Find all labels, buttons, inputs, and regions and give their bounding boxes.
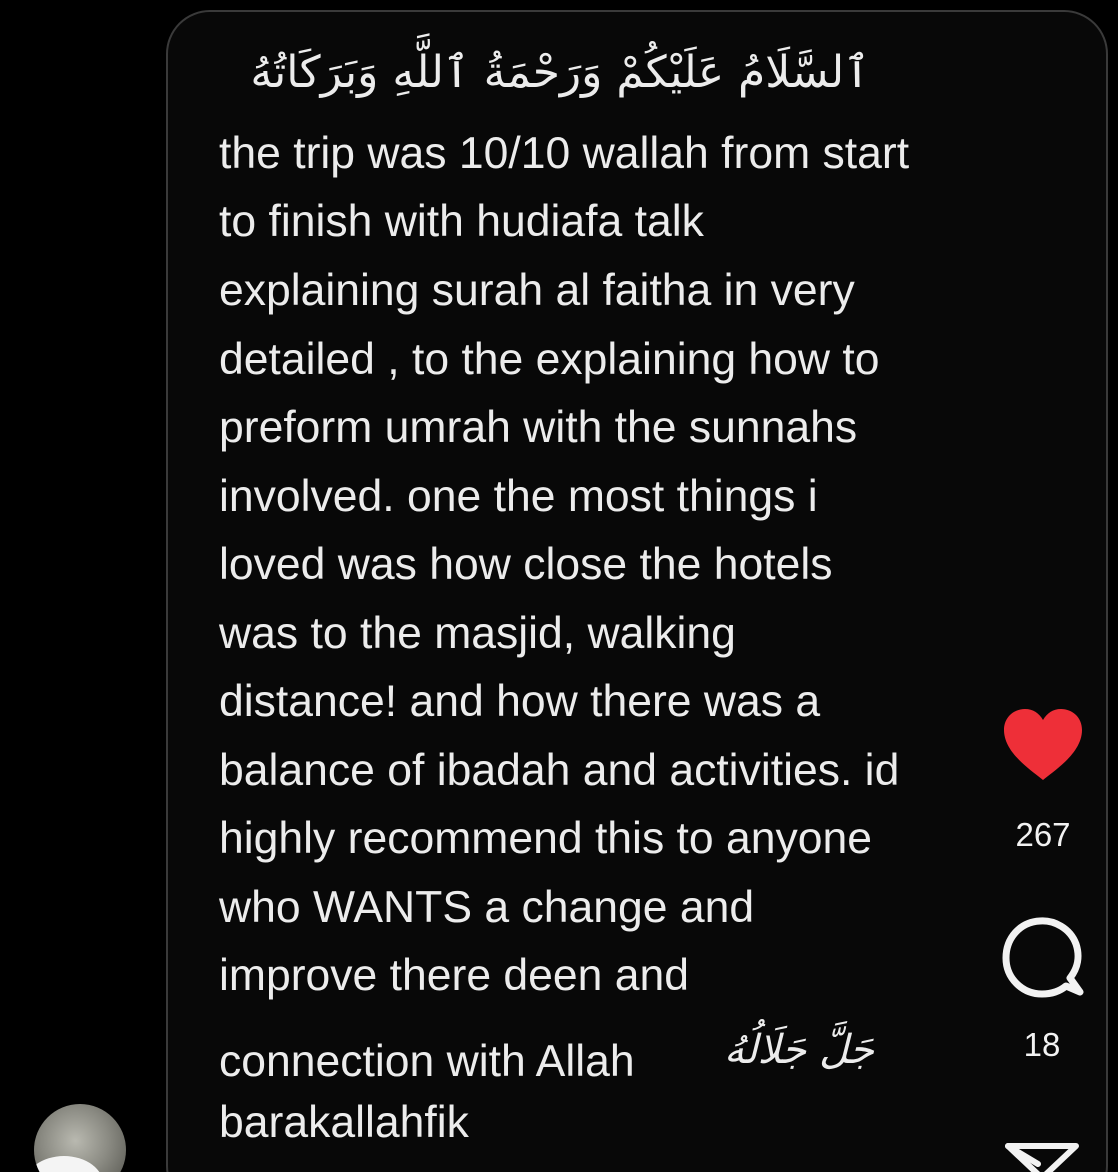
speech-bubble-icon[interactable] xyxy=(1000,916,1086,1002)
comment-line: the trip was 10/10 wallah from start xyxy=(219,129,910,178)
heart-icon[interactable] xyxy=(1002,708,1084,782)
comment-line: balance of ibadah and activities. id xyxy=(219,746,900,795)
comment-line: preform umrah with the sunnahs xyxy=(219,403,858,452)
comment-line: highly recommend this to anyone xyxy=(219,814,873,863)
comment-line: barakallahfik xyxy=(219,1098,469,1147)
like-count: 267 xyxy=(1015,816,1071,853)
allah-honorific: جَلَّ جَلَالُهُ xyxy=(724,1027,874,1073)
arabic-greeting: ٱلسَّلَامُ عَلَيْكُمْ وَرَحْمَةُ ٱللَّهِ… xyxy=(250,47,870,98)
comment-line: was to the masjid, walking xyxy=(219,609,736,658)
comment-line: to finish with hudiafa talk xyxy=(219,197,704,246)
comment-line: explaining surah al faitha in very xyxy=(219,266,855,315)
avatar[interactable] xyxy=(34,1104,126,1172)
comment-line: who WANTS a change and xyxy=(219,883,755,932)
paper-plane-icon[interactable] xyxy=(1002,1138,1082,1172)
comment-line: loved was how close the hotels xyxy=(219,540,833,589)
comment-line: distance! and how there was a xyxy=(219,677,821,726)
comment-count: 18 xyxy=(1023,1026,1061,1063)
comment-line: detailed , to the explaining how to xyxy=(219,335,880,384)
comment-line: connection with Allah xyxy=(219,1037,635,1086)
comment-line: involved. one the most things i xyxy=(219,472,818,521)
comment-line: improve there deen and xyxy=(219,951,690,1000)
